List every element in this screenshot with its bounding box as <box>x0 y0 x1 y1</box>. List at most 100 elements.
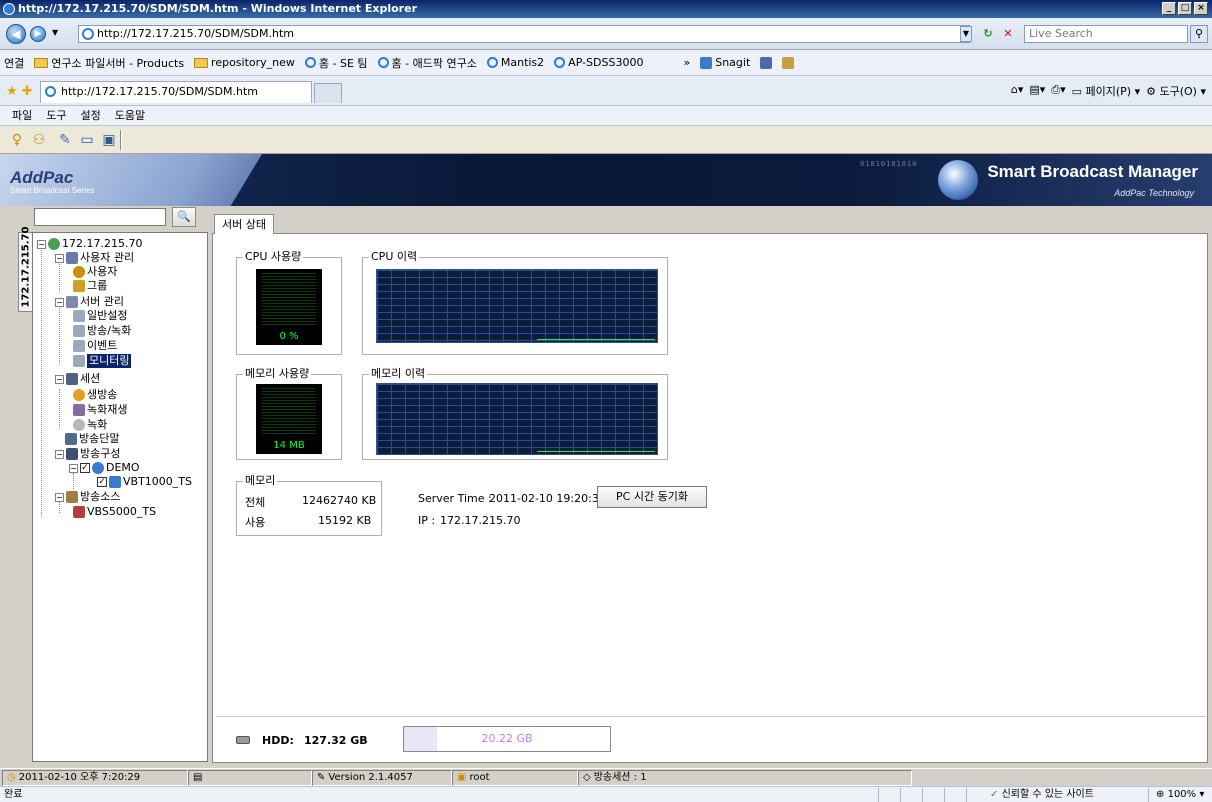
ip-label: IP : <box>418 514 436 527</box>
window-title: http://172.17.215.70/SDM/SDM.htm - Windo… <box>18 2 417 15</box>
link-fileserver[interactable]: 연구소 파일서버 - Products <box>34 55 184 71</box>
tree-item-user[interactable]: 사용자 <box>73 265 117 279</box>
home-icon[interactable]: ⌂▾ <box>1011 83 1024 99</box>
forward-button[interactable]: ▶ <box>30 26 46 42</box>
tree-item-general-settings[interactable]: 일반설정 <box>73 309 127 323</box>
tree-item-group[interactable]: 그룹 <box>73 279 107 293</box>
collapse-icon[interactable]: − <box>55 297 64 307</box>
link-repository[interactable]: repository_new <box>194 56 295 69</box>
collapse-icon[interactable]: − <box>55 449 64 459</box>
stop-icon[interactable]: ✕ <box>1000 26 1016 42</box>
zoom-control[interactable]: ⊕ 100% ▾ <box>1156 787 1204 802</box>
tree-source[interactable]: − 방송소스 <box>55 490 120 504</box>
collapse-icon[interactable]: − <box>37 239 46 249</box>
back-button[interactable]: ◀ <box>6 24 26 44</box>
page-icon <box>554 57 566 68</box>
links-more-button[interactable]: » <box>683 56 690 69</box>
tree-item-replay[interactable]: 녹화재생 <box>73 403 127 417</box>
tree-terminal[interactable]: 방송단말 <box>65 432 119 446</box>
snagit-capture-icon[interactable] <box>760 56 773 69</box>
tree-search-button[interactable]: 🔍 <box>172 207 196 227</box>
link-mantis[interactable]: Mantis2 <box>486 56 544 69</box>
trusted-site-zone[interactable]: ✓ 신뢰할 수 있는 사이트 <box>990 787 1094 802</box>
snagit-editor-icon[interactable] <box>782 56 795 69</box>
page-icon <box>486 57 498 68</box>
tree-item-record[interactable]: 녹화 <box>73 418 107 432</box>
memory-history-chart <box>376 383 658 455</box>
browser-tab-active[interactable]: http://172.17.215.70/SDM/SDM.htm <box>40 81 312 103</box>
tools-menu[interactable]: ⚙ 도구(O) ▾ <box>1146 83 1206 99</box>
live-search-input[interactable]: Live Search <box>1024 25 1188 43</box>
app-toolbar: ♀ ⚇ ✎ ▭ ▣ <box>0 126 1212 154</box>
snagit-icon <box>700 56 713 69</box>
address-input[interactable]: http://172.17.215.70/SDM/SDM.htm <box>78 25 970 43</box>
print-icon[interactable]: ⎙▾ <box>1051 83 1065 99</box>
link-addpac-lab[interactable]: 홈 - 애드팍 연구소 <box>377 55 477 71</box>
cpu-history-chart <box>376 269 658 343</box>
favorites-star-icon[interactable]: ★✚ <box>6 84 37 99</box>
server-globe-icon <box>48 238 60 250</box>
cpu-history-label: CPU 이력 <box>369 250 420 263</box>
tree-item-monitoring[interactable]: 모니터링 <box>73 354 132 368</box>
tree-user-management[interactable]: − 사용자 관리 <box>55 251 134 265</box>
maximize-button[interactable]: □ <box>1178 2 1192 15</box>
cpu-usage-label: CPU 사용량 <box>243 250 304 263</box>
live-icon <box>73 389 85 401</box>
menu-help[interactable]: 도움말 <box>115 106 145 125</box>
menu-settings[interactable]: 설정 <box>81 106 101 125</box>
tree-item-vbs5000[interactable]: VBS5000_TS <box>73 505 156 519</box>
minimize-button[interactable]: _ <box>1162 2 1176 15</box>
tree-item-event[interactable]: 이벤트 <box>73 339 117 353</box>
search-icon[interactable]: ⚲ <box>1190 25 1208 43</box>
group-icon[interactable]: ⚇ <box>28 130 50 150</box>
server-icon[interactable]: ▣ <box>98 130 120 150</box>
collapse-icon[interactable]: − <box>55 253 64 263</box>
menu-file[interactable]: 파일 <box>12 106 32 125</box>
links-label: 연결 <box>4 56 25 70</box>
record-icon <box>73 419 85 431</box>
server-vertical-tab[interactable]: 172.17.215.70 <box>18 227 32 312</box>
snagit-button[interactable]: Snagit <box>700 56 750 69</box>
replay-icon <box>73 404 85 416</box>
checkbox-vbt1000[interactable]: ✓ <box>97 477 107 487</box>
user-icon: ▣ <box>457 772 467 783</box>
status-log-cell[interactable]: ▤ <box>188 770 312 786</box>
collapse-icon[interactable]: − <box>55 374 64 384</box>
app-status-bar: ◷ 2011-02-10 오후 7:20:29 ▤ ✎ Version 2.1.40… <box>0 768 1212 786</box>
tab-server-status[interactable]: 서버 상태 <box>214 214 274 234</box>
link-se-team[interactable]: 홈 - SE 팀 <box>304 55 368 71</box>
browser-status-text: 완료 <box>4 789 23 800</box>
tree-demo[interactable]: − ✓ DEMO <box>69 461 140 475</box>
refresh-icon[interactable]: ↻ <box>980 26 996 42</box>
history-dropdown-icon[interactable]: ▼ <box>52 28 58 37</box>
collapse-icon[interactable]: − <box>55 492 64 502</box>
tree-config[interactable]: − 방송구성 <box>55 447 120 461</box>
feeds-icon[interactable]: ▤▾ <box>1029 83 1045 99</box>
tree-session[interactable]: − 세션 <box>55 372 100 386</box>
used-label: 사용 <box>245 516 266 529</box>
checkbox-demo[interactable]: ✓ <box>80 463 90 473</box>
tree-item-vbt1000[interactable]: ✓ VBT1000_TS <box>97 475 192 489</box>
tree-item-broadcast-record[interactable]: 방송/녹화 <box>73 324 131 338</box>
tree-item-live[interactable]: 생방송 <box>73 388 117 402</box>
menu-tools[interactable]: 도구 <box>46 106 66 125</box>
link-ap-sdss[interactable]: AP-SDSS3000 <box>554 56 643 69</box>
server-management-icon <box>66 296 78 308</box>
memory-value: 14 MB <box>273 440 305 451</box>
connect-icon[interactable]: ✎ <box>54 130 76 150</box>
status-cell-3 <box>922 788 923 802</box>
collapse-icon[interactable]: − <box>69 463 78 473</box>
address-dropdown-icon[interactable]: ▼ <box>960 26 972 42</box>
close-window-button[interactable]: × <box>1194 2 1208 15</box>
tree-search-input[interactable] <box>34 208 166 226</box>
sync-pc-time-button[interactable]: PC 시간 동기화 <box>597 486 707 508</box>
command-bar: ⌂▾ ▤▾ ⎙▾ ▭ 페이지(P) ▾ ⚙ 도구(O) ▾ <box>1011 83 1206 99</box>
monitor-icon[interactable]: ▭ <box>76 130 98 150</box>
zoom-icon: ⊕ <box>1156 789 1165 800</box>
demo-icon <box>92 462 104 474</box>
new-tab-button[interactable] <box>314 83 342 103</box>
page-menu[interactable]: ▭ 페이지(P) ▾ <box>1072 83 1141 99</box>
user-icon[interactable]: ♀ <box>6 130 28 150</box>
tree-root-server[interactable]: −172.17.215.70 <box>37 237 142 251</box>
tree-server-management[interactable]: − 서버 관리 <box>55 295 124 309</box>
